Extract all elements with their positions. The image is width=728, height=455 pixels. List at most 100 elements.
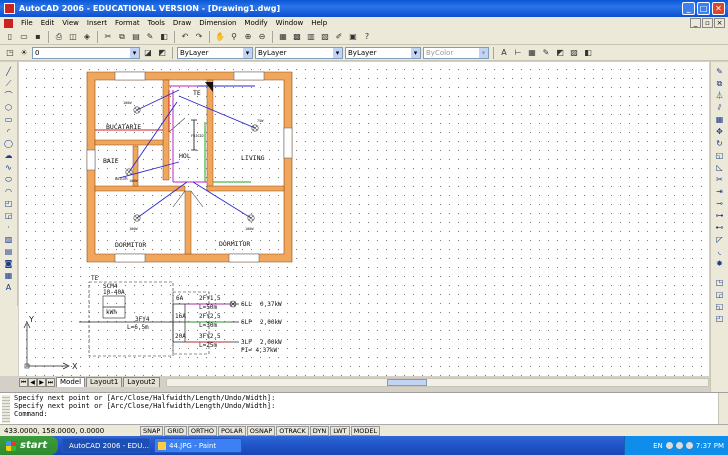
command-grip[interactable]: [2, 395, 10, 423]
publish-icon[interactable]: ◈: [81, 31, 93, 43]
draworder-back-icon[interactable]: ◲: [714, 289, 726, 300]
help-icon[interactable]: ?: [361, 31, 373, 43]
polyline-icon[interactable]: ⌒: [3, 90, 15, 101]
point-icon[interactable]: ·: [3, 222, 15, 233]
toggle-dyn[interactable]: DYN: [309, 425, 330, 436]
make-block-icon[interactable]: ◲: [3, 210, 15, 221]
markup-icon[interactable]: ✐: [333, 31, 345, 43]
ellipse-icon[interactable]: ⬭: [3, 174, 15, 185]
table-icon[interactable]: ▦: [3, 270, 15, 281]
insert-block-icon[interactable]: ◰: [3, 198, 15, 209]
paste-icon[interactable]: ▤: [130, 31, 142, 43]
break-icon[interactable]: ⊶: [714, 210, 726, 221]
toggle-osnap[interactable]: OSNAP: [246, 425, 276, 436]
layer-combo[interactable]: 0: [32, 46, 140, 59]
tab-layout1[interactable]: Layout1: [86, 377, 123, 387]
toggle-grid[interactable]: GRID: [164, 425, 187, 436]
toggle-lwt[interactable]: LWT: [330, 425, 350, 436]
tab-layout2[interactable]: Layout2: [123, 377, 160, 387]
fillet-icon[interactable]: ◟: [714, 246, 726, 257]
drawing-canvas[interactable]: BUCATARIE BAIE HOL LIVING DORMITOR DORMI…: [19, 62, 709, 376]
command-scrollbar[interactable]: [718, 393, 728, 424]
sheet-set-icon[interactable]: ▧: [319, 31, 331, 43]
linetype-combo[interactable]: ByLayer: [255, 46, 343, 59]
close-button[interactable]: ✕: [712, 2, 725, 15]
line-icon[interactable]: ╱: [3, 66, 15, 77]
doc-close-button[interactable]: ×: [714, 18, 725, 28]
hatch-edit-icon[interactable]: ▨: [568, 47, 580, 59]
doc-minimize-button[interactable]: _: [690, 18, 701, 28]
move-icon[interactable]: ✥: [714, 126, 726, 137]
explode-icon[interactable]: ✸: [714, 258, 726, 269]
menu-modify[interactable]: Modify: [244, 19, 267, 27]
plot-preview-icon[interactable]: ◫: [67, 31, 79, 43]
redo-icon[interactable]: ↷: [193, 31, 205, 43]
menu-file[interactable]: File: [21, 19, 33, 27]
draworder-icon[interactable]: ◩: [554, 47, 566, 59]
tab-model[interactable]: Model: [56, 377, 86, 387]
styles-dim-icon[interactable]: ⊢: [512, 47, 524, 59]
tool-palettes-icon[interactable]: ▥: [305, 31, 317, 43]
mirror-icon[interactable]: ⏃: [714, 90, 726, 101]
modify2-icon[interactable]: ✎: [540, 47, 552, 59]
tab-next-button[interactable]: ▶: [37, 378, 46, 387]
menu-format[interactable]: Format: [115, 19, 140, 27]
join-icon[interactable]: ⊷: [714, 222, 726, 233]
spline-icon[interactable]: ∿: [3, 162, 15, 173]
draworder-under-icon[interactable]: ◰: [714, 313, 726, 324]
taskbar-item-autocad[interactable]: AutoCAD 2006 - EDU...: [62, 438, 150, 453]
toggle-ortho[interactable]: ORTHO: [187, 425, 217, 436]
menu-view[interactable]: View: [62, 19, 79, 27]
region-icon[interactable]: ◙: [3, 258, 15, 269]
copy-object-icon[interactable]: ⧉: [714, 78, 726, 89]
plotstyle-combo[interactable]: ByColor: [423, 46, 489, 59]
volume-icon[interactable]: [685, 442, 693, 449]
print-icon[interactable]: ⎙: [53, 31, 65, 43]
arc-icon[interactable]: ◜: [3, 126, 15, 137]
menu-draw[interactable]: Draw: [173, 19, 191, 27]
save-icon[interactable]: ▪: [32, 31, 44, 43]
tab-last-button[interactable]: ⏭: [46, 378, 55, 387]
toggle-model[interactable]: MODEL: [350, 425, 381, 436]
chamfer-icon[interactable]: ◸: [714, 234, 726, 245]
revcloud-icon[interactable]: ☁: [3, 150, 15, 161]
circle-icon[interactable]: ◯: [3, 138, 15, 149]
zoom-window-icon[interactable]: ⊕: [242, 31, 254, 43]
ellipse-arc-icon[interactable]: ◠: [3, 186, 15, 197]
tab-first-button[interactable]: ⏮: [19, 378, 28, 387]
xline-icon[interactable]: ⟋: [3, 78, 15, 89]
pan-icon[interactable]: ✋: [214, 31, 226, 43]
minimize-button[interactable]: _: [682, 2, 695, 15]
layer-state-icon[interactable]: ☀: [18, 47, 30, 59]
stretch-icon[interactable]: ◺: [714, 162, 726, 173]
break-at-point-icon[interactable]: ⊸: [714, 198, 726, 209]
menu-insert[interactable]: Insert: [87, 19, 107, 27]
open-icon[interactable]: ▭: [18, 31, 30, 43]
doc-restore-button[interactable]: ▫: [702, 18, 713, 28]
layer-previous-icon[interactable]: ◩: [156, 47, 168, 59]
toggle-snap[interactable]: SNAP: [140, 425, 164, 436]
zoom-previous-icon[interactable]: ⊖: [256, 31, 268, 43]
maximize-button[interactable]: □: [697, 2, 710, 15]
hatch-icon[interactable]: ▨: [3, 234, 15, 245]
menu-window[interactable]: Window: [276, 19, 304, 27]
new-icon[interactable]: ▯: [4, 31, 16, 43]
cut-icon[interactable]: ✂: [102, 31, 114, 43]
polygon-icon[interactable]: ⬡: [3, 102, 15, 113]
start-button[interactable]: start: [0, 436, 58, 455]
trim-icon[interactable]: ✂: [714, 174, 726, 185]
lineweight-combo[interactable]: ByLayer: [345, 46, 421, 59]
attribute-edit-icon[interactable]: ◧: [582, 47, 594, 59]
styles-table-icon[interactable]: ▦: [526, 47, 538, 59]
copy-icon[interactable]: ⧉: [116, 31, 128, 43]
menu-edit[interactable]: Edit: [41, 19, 55, 27]
language-indicator[interactable]: EN: [653, 442, 663, 450]
tray-icon-2[interactable]: [675, 442, 683, 449]
color-combo[interactable]: ByLayer: [177, 46, 253, 59]
properties-icon[interactable]: ▦: [277, 31, 289, 43]
layer-manager-icon[interactable]: ◳: [4, 47, 16, 59]
menu-dimension[interactable]: Dimension: [199, 19, 236, 27]
command-prompt[interactable]: Command:: [14, 410, 728, 418]
erase-icon[interactable]: ✎: [714, 66, 726, 77]
coordinate-readout[interactable]: 433.0000, 158.0000, 0.0000: [0, 427, 140, 435]
